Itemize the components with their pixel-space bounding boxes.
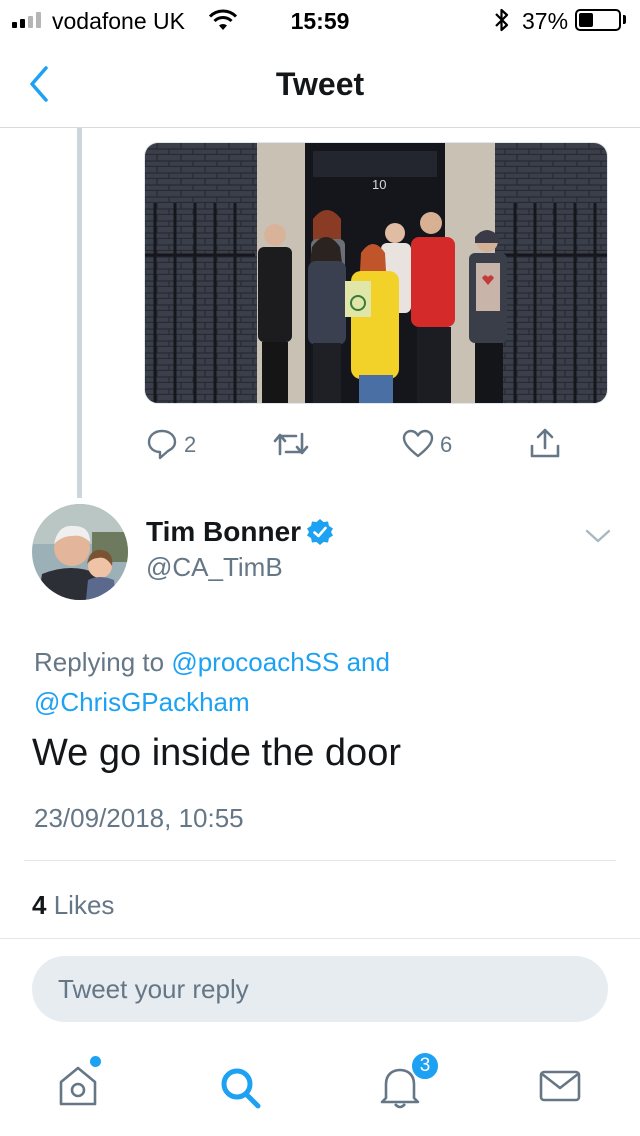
user-display-name[interactable]: Tim Bonner (146, 516, 301, 548)
retweet-action-button[interactable] (272, 426, 312, 462)
user-handle: @CA_TimB (146, 552, 283, 582)
tweet-timestamp: 23/09/2018, 10:55 (34, 803, 244, 833)
battery-percentage: 37% (522, 8, 569, 34)
battery-icon (575, 9, 621, 31)
like-action-button[interactable]: 6 (402, 426, 462, 462)
photo-illustration: 10 (145, 143, 607, 403)
home-icon (59, 1066, 97, 1106)
bluetooth-icon (495, 8, 509, 32)
reply-mention-link[interactable]: @ChrisGPackham (34, 687, 250, 717)
retweet-icon (273, 432, 309, 456)
likes-label: Likes (53, 890, 115, 920)
home-unread-dot (90, 1056, 101, 1067)
tab-search[interactable] (214, 1060, 274, 1116)
verified-badge-icon (307, 519, 333, 545)
likes-count: 4 (32, 890, 47, 920)
share-icon (530, 428, 560, 458)
navigation-bar: Tweet (0, 40, 640, 128)
page-title: Tweet (275, 66, 365, 102)
user-avatar[interactable] (32, 504, 128, 600)
reply-mention-link[interactable]: @procoachSS (171, 647, 339, 677)
door-number: 10 (372, 177, 386, 192)
status-bar: vodafone UK 15:59 37% (0, 0, 640, 40)
share-action-button[interactable] (528, 426, 564, 462)
comment-icon (147, 429, 177, 460)
tweet-text: We go inside the door (32, 732, 401, 774)
heart-icon (402, 429, 434, 458)
envelope-icon (539, 1070, 581, 1102)
reply-count: 2 (184, 432, 197, 457)
likes-summary[interactable]: 4 Likes (32, 890, 114, 921)
thread-connector-line (77, 128, 82, 498)
divider (24, 860, 616, 861)
notifications-badge: 3 (410, 1051, 440, 1081)
like-count: 6 (440, 432, 453, 457)
tab-home[interactable] (52, 1060, 112, 1116)
reply-action-button[interactable]: 2 (146, 426, 206, 462)
reply-input[interactable] (32, 956, 608, 1022)
replying-to: Replying to @procoachSS and @ChrisGPackh… (34, 642, 594, 722)
tab-messages[interactable] (534, 1060, 594, 1116)
chevron-down-icon[interactable] (584, 526, 612, 546)
reply-and-label[interactable]: and (347, 647, 390, 677)
replying-to-label: Replying to (34, 647, 165, 677)
tweet-photo[interactable]: 10 (144, 142, 608, 404)
divider (0, 938, 640, 939)
search-icon (221, 1068, 261, 1109)
